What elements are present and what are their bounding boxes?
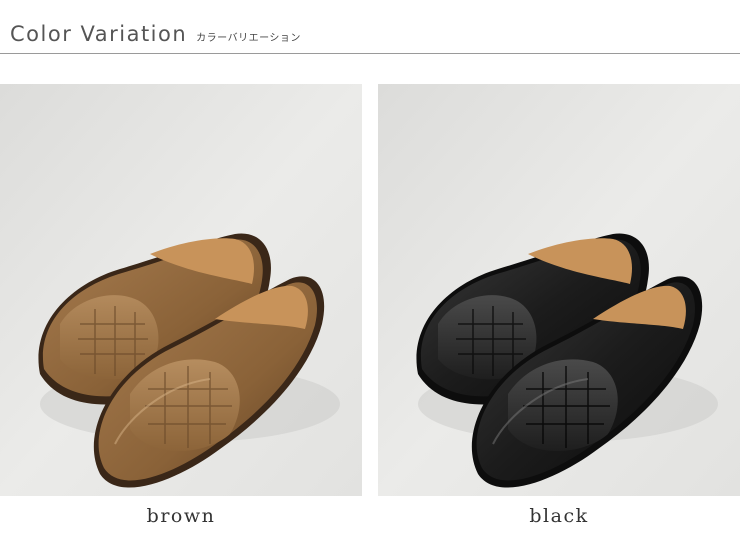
variant-label-brown: brown bbox=[146, 505, 216, 527]
product-image-black[interactable] bbox=[378, 84, 740, 496]
product-image-brown[interactable] bbox=[0, 84, 362, 496]
header-divider bbox=[0, 53, 740, 54]
section-header: Color Variation カラーバリエーション bbox=[10, 22, 301, 46]
section-subtitle: カラーバリエーション bbox=[196, 33, 301, 44]
section-title: Color Variation bbox=[10, 22, 188, 46]
variant-label-black: black bbox=[529, 505, 589, 527]
